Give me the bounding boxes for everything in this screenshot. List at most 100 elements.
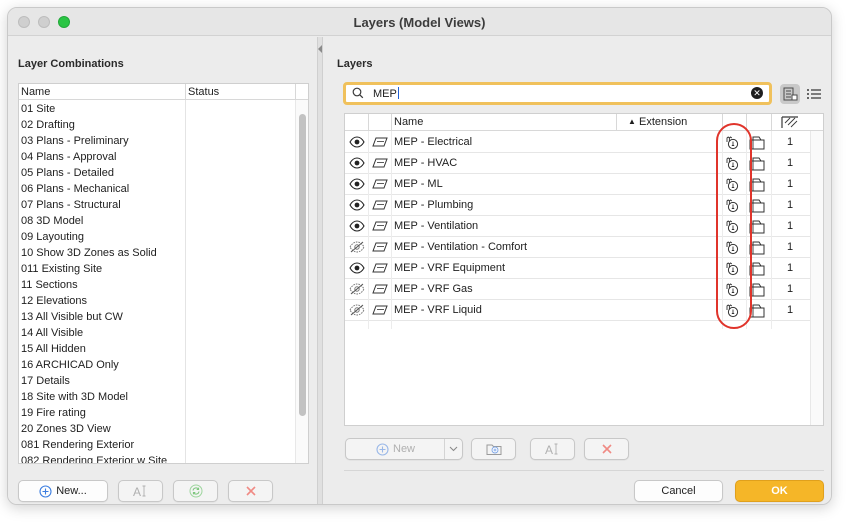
lock-toggle[interactable]: [372, 263, 388, 273]
layers-dialog: Layers (Model Views) Layer Combinations …: [7, 7, 832, 505]
tree-view-icon: [783, 87, 798, 101]
new-folder-button[interactable]: [471, 438, 516, 460]
lock-toggle[interactable]: [372, 179, 388, 189]
list-item[interactable]: 01 Site: [19, 101, 308, 117]
visibility-toggle[interactable]: [349, 262, 365, 274]
list-item[interactable]: 13 All Visible but CW: [19, 309, 308, 325]
list-item[interactable]: 082 Rendering Exterior w Site: [19, 453, 308, 463]
layer-combinations-scroll-thumb[interactable]: [299, 114, 306, 416]
rename-icon: A: [545, 443, 557, 455]
list-item[interactable]: 081 Rendering Exterior: [19, 437, 308, 453]
list-item[interactable]: 011 Existing Site: [19, 261, 308, 277]
visibility-toggle[interactable]: [349, 178, 365, 190]
intersection-group-number[interactable]: 1: [782, 157, 798, 169]
intersection-group-number[interactable]: 1: [782, 304, 798, 316]
tree-view-toggle[interactable]: [780, 84, 800, 104]
visibility-toggle[interactable]: [349, 157, 365, 169]
intersection-group-header-icon[interactable]: [781, 115, 799, 129]
layer-search-field[interactable]: MEP ✕: [343, 82, 772, 105]
column-separator: [185, 84, 186, 100]
list-item[interactable]: 11 Sections: [19, 277, 308, 293]
eye-icon: [349, 136, 365, 148]
column-separator: [616, 114, 617, 131]
unlocked-layer-icon: [372, 137, 388, 147]
collapse-arrow-icon[interactable]: [318, 45, 322, 53]
list-item[interactable]: 15 All Hidden: [19, 341, 308, 357]
unlocked-layer-icon: [372, 242, 388, 252]
intersection-group-number[interactable]: 1: [782, 178, 798, 190]
svg-text:A: A: [133, 485, 141, 497]
column-guide: [368, 131, 369, 329]
new-combination-button[interactable]: New...: [18, 480, 108, 502]
update-combination-button[interactable]: [173, 480, 218, 502]
new-layer-label: New: [393, 443, 416, 455]
list-item[interactable]: 12 Elevations: [19, 293, 308, 309]
ok-button[interactable]: OK: [735, 480, 824, 502]
intersection-group-number[interactable]: 1: [782, 220, 798, 232]
intersection-group-number[interactable]: 1: [782, 241, 798, 253]
eye-icon: [349, 157, 365, 169]
eye-icon: [349, 262, 365, 274]
visibility-toggle[interactable]: [349, 283, 365, 295]
list-item[interactable]: 19 Fire rating: [19, 405, 308, 421]
intersection-group-number[interactable]: 1: [782, 262, 798, 274]
lock-toggle[interactable]: [372, 200, 388, 210]
list-item[interactable]: 09 Layouting: [19, 229, 308, 245]
lock-toggle[interactable]: [372, 221, 388, 231]
list-item[interactable]: 18 Site with 3D Model: [19, 389, 308, 405]
visibility-toggle[interactable]: [349, 241, 365, 253]
pane-splitter[interactable]: [317, 37, 323, 504]
chevron-down-icon[interactable]: [449, 446, 458, 452]
column-separator: [391, 114, 392, 131]
title-bar: Layers (Model Views): [8, 8, 831, 36]
lock-toggle[interactable]: [372, 242, 388, 252]
lock-toggle[interactable]: [372, 137, 388, 147]
list-item[interactable]: 04 Plans - Approval: [19, 149, 308, 165]
eye-icon: [349, 178, 365, 190]
layer-name: MEP - ML: [394, 178, 443, 190]
list-item[interactable]: 07 Plans - Structural: [19, 197, 308, 213]
list-item[interactable]: 06 Plans - Mechanical: [19, 181, 308, 197]
unlocked-layer-icon: [372, 158, 388, 168]
list-item[interactable]: 08 3D Model: [19, 213, 308, 229]
list-item[interactable]: 16 ARCHICAD Only: [19, 357, 308, 373]
x-icon: [601, 444, 612, 454]
layers-title: Layers: [337, 58, 373, 70]
lock-toggle[interactable]: [372, 284, 388, 294]
layers-table-header: Name ▲ Extension: [345, 114, 823, 131]
visibility-toggle[interactable]: [349, 220, 365, 232]
intersection-group-number[interactable]: 1: [782, 283, 798, 295]
column-header-status[interactable]: Status: [188, 86, 219, 98]
cancel-button[interactable]: Cancel: [634, 480, 723, 502]
list-item[interactable]: 02 Drafting: [19, 117, 308, 133]
intersection-group-number[interactable]: 1: [782, 199, 798, 211]
intersection-group-number[interactable]: 1: [782, 136, 798, 148]
new-layer-button[interactable]: New: [345, 438, 463, 460]
layer-combinations-title: Layer Combinations: [18, 58, 124, 70]
column-header-name[interactable]: Name: [21, 86, 50, 98]
layers-table: Name ▲ Extension MEP - Electrical 1 MEP - …: [344, 113, 824, 426]
lock-toggle[interactable]: [372, 158, 388, 168]
list-item[interactable]: 05 Plans - Detailed: [19, 165, 308, 181]
layer-search-input[interactable]: MEP: [373, 87, 399, 100]
column-header-extension[interactable]: ▲ Extension: [628, 116, 687, 128]
x-icon: [245, 486, 256, 496]
rename-layer-button[interactable]: A: [530, 438, 575, 460]
list-view-toggle[interactable]: [804, 84, 824, 104]
visibility-toggle[interactable]: [349, 136, 365, 148]
layers-scrollbar[interactable]: [810, 131, 823, 425]
list-item[interactable]: 03 Plans - Preliminary: [19, 133, 308, 149]
delete-combination-button[interactable]: [228, 480, 273, 502]
column-header-name[interactable]: Name: [394, 116, 423, 128]
visibility-toggle[interactable]: [349, 304, 365, 316]
delete-layer-button[interactable]: [584, 438, 629, 460]
list-item[interactable]: 17 Details: [19, 373, 308, 389]
clear-search-icon[interactable]: ✕: [751, 87, 763, 99]
rename-combination-button[interactable]: A: [118, 480, 163, 502]
visibility-toggle[interactable]: [349, 199, 365, 211]
lock-toggle[interactable]: [372, 305, 388, 315]
list-item[interactable]: 10 Show 3D Zones as Solid: [19, 245, 308, 261]
dropdown-separator: [444, 439, 445, 459]
list-item[interactable]: 14 All Visible: [19, 325, 308, 341]
list-item[interactable]: 20 Zones 3D View: [19, 421, 308, 437]
